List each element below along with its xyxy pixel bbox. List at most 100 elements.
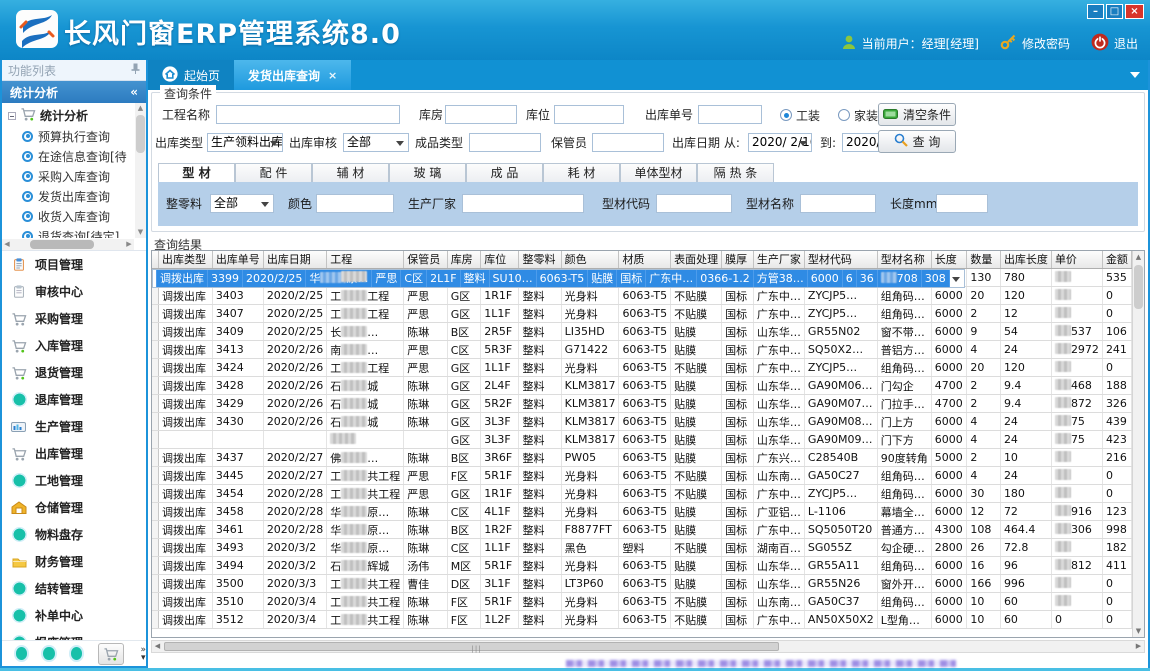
maker-input[interactable] (462, 194, 584, 213)
tree-root-stats[interactable]: 统计分析 (4, 105, 134, 126)
sidebar-item-项目管理[interactable]: 项目管理 (2, 251, 146, 278)
column-header-出库日期[interactable]: 出库日期 (263, 251, 326, 268)
scroll-left-icon[interactable]: ◀ (2, 239, 12, 250)
tree-item-退货查询[待定][interactable]: 退货查询[待定] (4, 226, 134, 238)
tree-item-采购入库查询[interactable]: 采购入库查询 (4, 166, 134, 186)
tab-close-icon[interactable]: × (328, 69, 337, 82)
table-row[interactable]: G区3L3F整料KLM38176063-T5贴膜国标山东华…GA90M09…门下… (152, 431, 1132, 449)
column-header-金额[interactable]: 金额 (1102, 251, 1131, 268)
color-input[interactable] (316, 194, 394, 213)
scroll-up-icon[interactable]: ▲ (135, 103, 146, 114)
material-tab-型材[interactable]: 型 材 (158, 163, 235, 182)
table-row[interactable]: 调拨出库34092020/2/25长…陈琳B区2R5F整料LI35HD6063-… (152, 323, 1132, 341)
table-row[interactable]: 调拨出库34372020/2/27佛…陈琳B区3R6F整料PW056063-T5… (152, 449, 1132, 467)
sidebar-item-工地管理[interactable]: 工地管理 (2, 467, 146, 494)
sidebar-item-退库管理[interactable]: 退库管理 (2, 386, 146, 413)
tree-expander-icon[interactable] (8, 112, 16, 120)
sidebar-item-入库管理[interactable]: 入库管理 (2, 332, 146, 359)
table-row[interactable]: 调拨出库34542020/2/28工共工程严思G区1R1F整料光身料6063-T… (152, 485, 1132, 503)
date-from-select[interactable]: 2020/ 2/16 (748, 133, 812, 152)
clear-conditions-button[interactable]: 清空条件 (878, 103, 956, 126)
column-header-库位[interactable]: 库位 (481, 251, 519, 268)
search-button[interactable]: 查 询 (878, 130, 956, 153)
sidebar-item-生产管理[interactable]: 生产管理 (2, 413, 146, 440)
tab-overflow-icon[interactable] (1130, 72, 1140, 78)
name-input[interactable] (800, 194, 876, 213)
material-tab-玻璃[interactable]: 玻 璃 (389, 163, 466, 182)
scroll-down-icon[interactable]: ▼ (1133, 625, 1144, 637)
scroll-thumb[interactable] (30, 240, 94, 249)
scroll-right-icon[interactable]: ▶ (124, 239, 134, 250)
product-type-input[interactable] (469, 133, 541, 152)
radio-gongzhuang[interactable]: 工装 (780, 105, 820, 125)
sidebar-item-采购管理[interactable]: 采购管理 (2, 305, 146, 332)
warehouse-input[interactable] (445, 105, 517, 124)
table-row[interactable]: 调拨出库34582020/2/28华原…陈琳C区4L1F整料光身料6063-T5… (152, 503, 1132, 521)
grid-horizontal-scrollbar[interactable]: ◀ ||| ▶ (151, 640, 1145, 653)
column-header-生产厂家[interactable]: 生产厂家 (753, 251, 804, 268)
column-header-出库类型[interactable]: 出库类型 (159, 251, 213, 268)
scroll-down-icon[interactable]: ▼ (135, 227, 146, 238)
material-tab-单体型材[interactable]: 单体型材 (620, 163, 697, 182)
column-header-型材代码[interactable]: 型材代码 (804, 251, 877, 268)
scroll-thumb[interactable] (136, 115, 145, 153)
table-row[interactable]: 调拨出库34932020/3/2华原…陈琳C区1L1F整料黑色塑料不贴膜国标湖南… (152, 539, 1132, 557)
column-header-型材名称[interactable]: 型材名称 (877, 251, 931, 268)
tree-vertical-scrollbar[interactable]: ▲ ▼ (135, 103, 146, 238)
tab-shipment-query[interactable]: 发货出库查询 × (234, 60, 351, 90)
cart-footer-button[interactable] (98, 643, 124, 665)
dot-icon[interactable] (16, 647, 27, 660)
column-header-保管员[interactable]: 保管员 (404, 251, 447, 268)
table-row[interactable]: 调拨出库34292020/2/26石城陈琳G区5R2F整料KLM38176063… (152, 395, 1132, 413)
change-password-button[interactable]: 修改密码 (1000, 34, 1070, 53)
close-button[interactable]: × (1125, 4, 1144, 19)
location-input[interactable] (554, 105, 624, 124)
tree-item-在途信息查询[待[interactable]: 在途信息查询[待 (4, 146, 134, 166)
order-no-input[interactable] (698, 105, 762, 124)
column-header-长度[interactable]: 长度 (931, 251, 967, 268)
dot-icon[interactable] (43, 647, 54, 660)
keeper-input[interactable] (592, 133, 664, 152)
sidebar-item-物料盘存[interactable]: 物料盘存 (2, 521, 146, 548)
table-row[interactable]: 调拨出库34612020/2/28华原…陈琳B区1R2F整料F8877FT606… (152, 521, 1132, 539)
column-header-整零料[interactable]: 整零料 (519, 251, 561, 268)
material-tab-辅材[interactable]: 辅 材 (312, 163, 389, 182)
column-header-出库长度[interactable]: 出库长度 (1000, 251, 1051, 268)
outbound-type-select[interactable]: 生产领料出库 (207, 133, 283, 152)
sidebar-item-仓储管理[interactable]: 仓储管理 (2, 494, 146, 521)
table-row[interactable]: 调拨出库34942020/3/2石辉城汤伟M区5R1F整料光身料6063-T5贴… (152, 557, 1132, 575)
column-header-库房[interactable]: 库房 (447, 251, 481, 268)
column-header-工程[interactable]: 工程 (327, 251, 404, 268)
column-header-颜色[interactable]: 颜色 (561, 251, 619, 268)
sidebar-item-结转管理[interactable]: 结转管理 (2, 575, 146, 602)
scroll-up-icon[interactable]: ▲ (1133, 251, 1144, 263)
table-row[interactable]: 调拨出库34132020/2/26南…严思C区5R3F整料G714226063-… (152, 341, 1132, 359)
audit-select[interactable]: 全部 (343, 133, 409, 152)
tree-item-预算执行查询[interactable]: 预算执行查询 (4, 126, 134, 146)
sidebar-section-stats[interactable]: 统计分析 « (2, 81, 146, 103)
collapse-icon[interactable]: « (130, 85, 138, 99)
column-header-出库单号[interactable]: 出库单号 (212, 251, 263, 268)
table-row[interactable]: 调拨出库34072020/2/25工工程严思G区1L1F整料光身料6063-T5… (152, 305, 1132, 323)
maximize-button[interactable]: □ (1106, 4, 1123, 19)
sidebar-item-财务管理[interactable]: 财务管理 (2, 548, 146, 575)
sidebar-item-出库管理[interactable]: 出库管理 (2, 440, 146, 467)
column-header-数量[interactable]: 数量 (967, 251, 1001, 268)
table-row[interactable]: 调拨出库34282020/2/26石城陈琳G区2L4F整料KLM38176063… (152, 377, 1132, 395)
tree-item-收货入库查询[interactable]: 收货入库查询 (4, 206, 134, 226)
material-tab-耗材[interactable]: 耗 材 (543, 163, 620, 182)
table-row[interactable]: 调拨出库34032020/2/25工工程严思G区1R1F整料光身料6063-T5… (152, 287, 1132, 305)
column-header-材质[interactable]: 材质 (619, 251, 671, 268)
radio-jiazhuang[interactable]: 家装 (838, 105, 878, 125)
table-row[interactable]: 调拨出库34242020/2/26工工程严思G区1L1F整料光身料6063-T5… (152, 359, 1132, 377)
pin-icon[interactable] (131, 63, 140, 77)
scroll-left-icon[interactable]: ◀ (152, 641, 163, 652)
table-row[interactable]: 调拨出库33992020/2/25华原…严思C区2L1F整料SU10…6063-… (152, 269, 965, 288)
table-row[interactable]: 调拨出库35102020/3/4工共工程陈琳F区5R1F整料光身料6063-T5… (152, 593, 1132, 611)
table-row[interactable]: 调拨出库34452020/2/27工共工程严思F区5R1F整料光身料6063-T… (152, 467, 1132, 485)
sidebar-item-退货管理[interactable]: 退货管理 (2, 359, 146, 386)
minimize-button[interactable]: – (1087, 4, 1104, 19)
sidebar-item-审核中心[interactable]: 审核中心 (2, 278, 146, 305)
grid-vertical-scrollbar[interactable]: ▲ ▼ (1132, 251, 1144, 637)
project-name-input[interactable] (216, 105, 400, 124)
